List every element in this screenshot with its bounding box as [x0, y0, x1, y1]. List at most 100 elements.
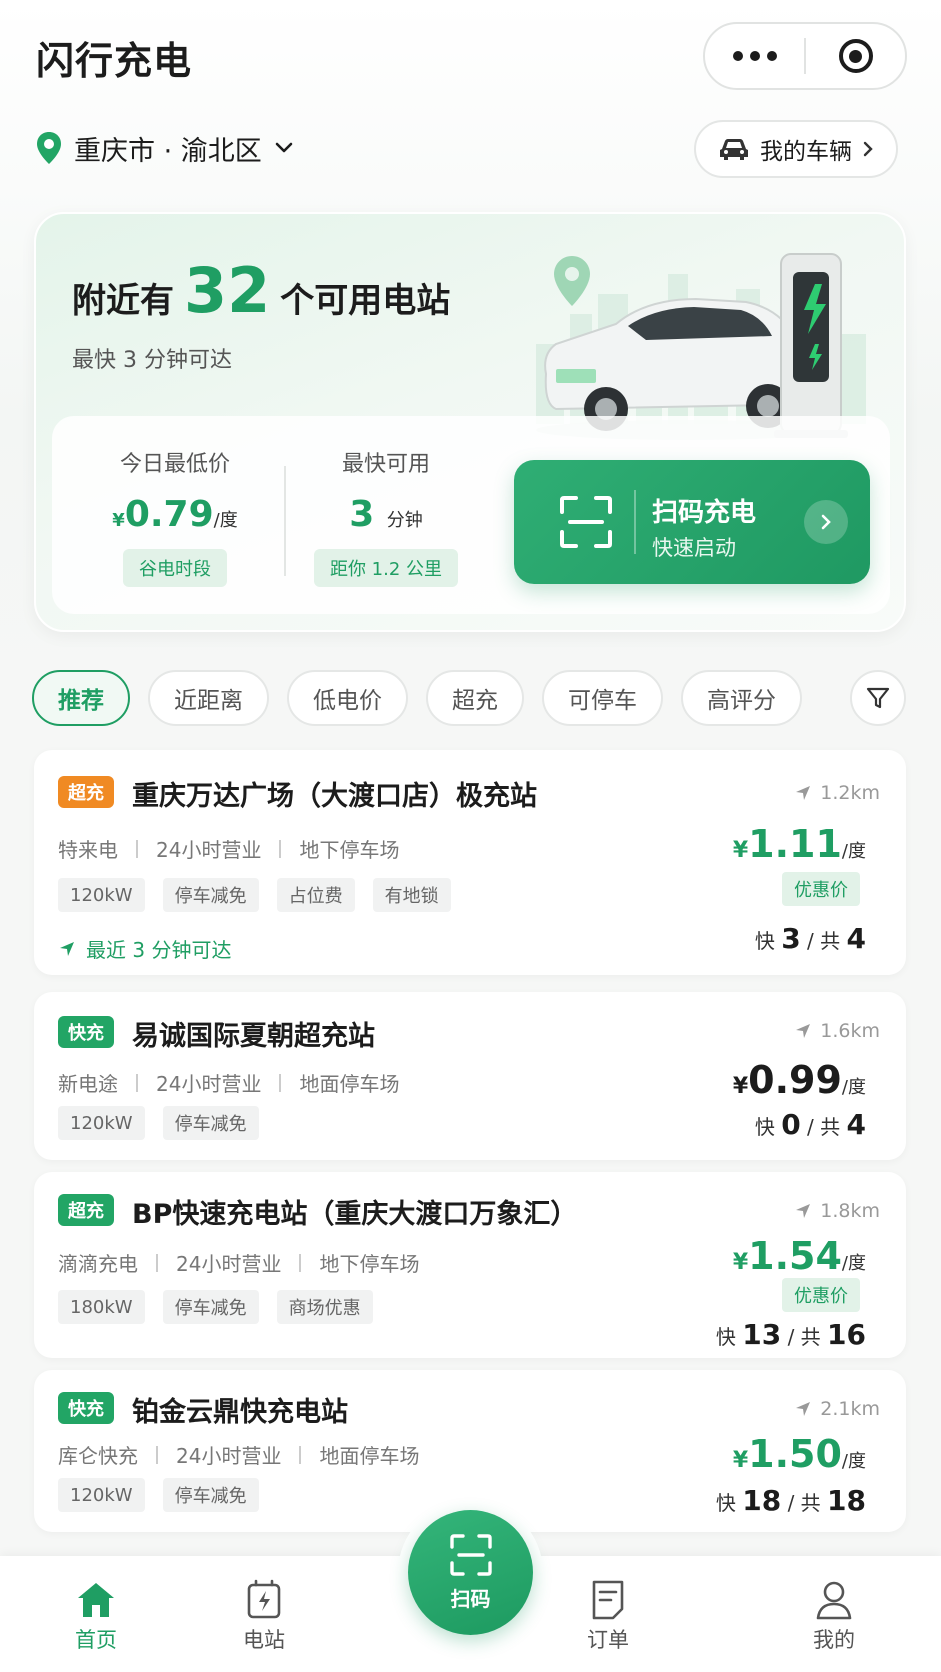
- price-value: 1.54: [748, 1234, 842, 1278]
- tab-stations-label: 电站: [243, 1628, 285, 1652]
- available-station-count: 32: [184, 254, 271, 327]
- station-tag: 有地锁: [372, 878, 451, 912]
- navigation-arrow-icon: [796, 1402, 811, 1416]
- station-tag: 180kW: [58, 1290, 145, 1324]
- station-parking: 地下停车场: [319, 1252, 420, 1276]
- station-card[interactable]: 超充 BP快速充电站（重庆大渡口万象汇） 1.8km 滴滴充电 24小时营业 地…: [34, 1172, 906, 1358]
- hero-info-panel: 今日最低价 ¥0.79/度 谷电时段 最快可用 3 分钟 距你 1.2 公里 扫…: [52, 416, 890, 614]
- charger-availability: 快 18 / 共 18: [716, 1484, 866, 1517]
- hero-suffix: 个可用电站: [280, 281, 451, 321]
- total-label: / 共: [787, 1325, 821, 1349]
- scan-button-divider: [634, 490, 636, 554]
- scan-charge-subtitle: 快速启动: [652, 536, 736, 560]
- tab-orders-label: 订单: [587, 1628, 629, 1652]
- filter-chip-recommended[interactable]: 推荐: [32, 670, 130, 726]
- station-price: ¥1.54/度: [733, 1234, 866, 1278]
- price-value: 1.50: [748, 1432, 842, 1476]
- location-pin-icon: [37, 132, 61, 164]
- price-unit: /度: [841, 1451, 866, 1472]
- station-meta: 滴滴充电 24小时营业 地下停车场: [58, 1248, 419, 1277]
- fastest-unit: 分钟: [386, 510, 423, 531]
- station-type-badge: 快充: [58, 1392, 114, 1424]
- user-icon: [816, 1581, 852, 1620]
- station-parking: 地面停车场: [299, 1072, 400, 1096]
- currency-symbol: ¥: [732, 1074, 749, 1099]
- more-dots-icon[interactable]: [705, 51, 804, 61]
- tab-scan-button[interactable]: 扫码: [408, 1510, 533, 1635]
- location-selector[interactable]: 重庆市 · 渝北区: [36, 128, 294, 168]
- station-meta: 库仑快充 24小时营业 地面停车场: [58, 1440, 419, 1469]
- distance-text: 1.8km: [820, 1200, 880, 1222]
- tab-mine-label: 我的: [813, 1628, 855, 1652]
- lowest-price-value: ¥0.79/度: [82, 494, 268, 535]
- station-operator: 库仑快充: [58, 1444, 138, 1468]
- station-name: 易诚国际夏朝超充站: [132, 1021, 375, 1052]
- station-tag: 占位费: [276, 878, 355, 912]
- station-tag: 停车减免: [162, 878, 259, 912]
- total-chargers: 4: [846, 922, 866, 955]
- distance-text: 2.1km: [820, 1398, 880, 1420]
- filter-chip-parking[interactable]: 可停车: [542, 670, 663, 726]
- target-icon[interactable]: [806, 39, 905, 73]
- price-unit: /度: [213, 510, 238, 531]
- tab-mine[interactable]: 我的: [784, 1576, 884, 1654]
- station-price: ¥1.50/度: [733, 1432, 866, 1476]
- my-vehicle-button[interactable]: 我的车辆: [694, 120, 898, 178]
- station-eta: 最近 3 分钟可达: [58, 934, 231, 963]
- filter-chip-nearby[interactable]: 近距离: [148, 670, 269, 726]
- scan-frame-icon: [560, 496, 612, 548]
- station-tags: 120kW 停车减免: [58, 1106, 259, 1140]
- hero-subtitle: 最快 3 分钟可达: [72, 348, 232, 373]
- location-text: 重庆市 · 渝北区: [74, 135, 262, 167]
- price-value: 0.99: [748, 1058, 842, 1102]
- fast-label: 快: [754, 1115, 775, 1139]
- tab-stations[interactable]: 电站: [214, 1576, 314, 1654]
- station-meta: 特来电 24小时营业 地下停车场: [58, 834, 399, 863]
- station-tag: 停车减免: [162, 1290, 259, 1324]
- fast-available: 13: [742, 1318, 782, 1351]
- currency-symbol: ¥: [732, 1448, 749, 1473]
- station-icon: [247, 1579, 281, 1619]
- filter-button[interactable]: [850, 670, 906, 726]
- charger-availability: 快 3 / 共 4: [755, 922, 866, 955]
- station-tags: 180kW 停车减免 商场优惠: [58, 1290, 373, 1324]
- station-hours: 24小时营业: [156, 1072, 262, 1096]
- tab-scan-label: 扫码: [450, 1587, 491, 1611]
- station-name: 重庆万达广场（大渡口店）极充站: [132, 781, 537, 812]
- fastest-available-stat: 最快可用 3 分钟 距你 1.2 公里: [302, 446, 470, 587]
- station-type-badge: 快充: [58, 1016, 114, 1048]
- order-icon: [592, 1580, 624, 1620]
- hero-prefix: 附近有: [72, 281, 174, 321]
- station-distance: 1.6km: [794, 1020, 880, 1042]
- station-type-badge: 超充: [58, 776, 114, 808]
- station-price: ¥0.99/度: [733, 1058, 866, 1102]
- total-label: / 共: [787, 1491, 821, 1515]
- station-parking: 地下停车场: [299, 838, 400, 862]
- tab-home[interactable]: 首页: [46, 1576, 146, 1654]
- ev-car-charger-illustration: [536, 253, 848, 440]
- station-tag: 商场优惠: [276, 1290, 373, 1324]
- station-card[interactable]: 快充 易诚国际夏朝超充站 1.6km 新电途 24小时营业 地面停车场 120k…: [34, 992, 906, 1160]
- fast-available: 18: [742, 1484, 782, 1517]
- station-card[interactable]: 超充 重庆万达广场（大渡口店）极充站 1.2km 特来电 24小时营业 地下停车…: [34, 750, 906, 975]
- stat-divider: [284, 466, 286, 576]
- scan-charge-button[interactable]: 扫码充电 快速启动: [514, 460, 870, 584]
- filter-chip-super-charge[interactable]: 超充: [426, 670, 524, 726]
- eta-text: 最近 3 分钟可达: [86, 938, 232, 962]
- fastest-value: 3 分钟: [302, 494, 470, 535]
- station-distance: 2.1km: [794, 1398, 880, 1420]
- chevron-right-icon: [804, 500, 848, 544]
- home-icon: [78, 1583, 114, 1617]
- tab-orders[interactable]: 订单: [558, 1576, 658, 1654]
- filter-chip-high-rating[interactable]: 高评分: [681, 670, 802, 726]
- filter-chip-low-price[interactable]: 低电价: [287, 670, 408, 726]
- price-unit: /度: [841, 1077, 866, 1098]
- fast-label: 快: [715, 1491, 736, 1515]
- station-tags: 120kW 停车减免: [58, 1478, 259, 1512]
- price-unit: /度: [841, 841, 866, 862]
- hero-headline: 附近有 32 个可用电站: [72, 254, 450, 327]
- fast-available: 3: [781, 922, 801, 955]
- my-vehicle-label: 我的车辆: [760, 139, 852, 165]
- tab-home-label: 首页: [75, 1628, 117, 1652]
- distance-text: 1.6km: [820, 1020, 880, 1042]
